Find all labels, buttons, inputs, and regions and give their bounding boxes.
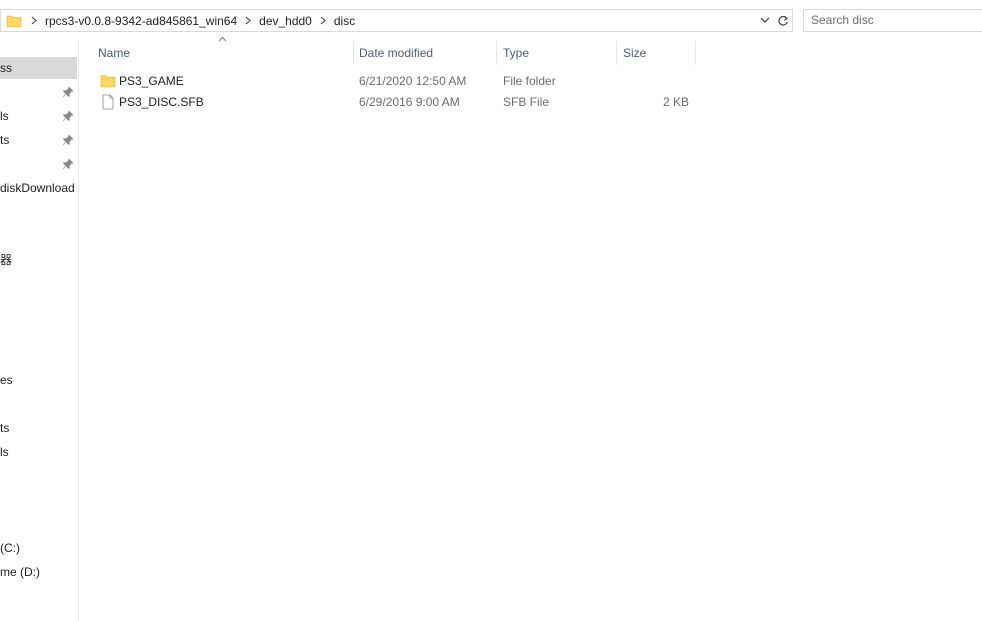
column-divider[interactable] <box>695 41 696 65</box>
chevron-right-icon[interactable] <box>316 16 330 25</box>
file-explorer-window: rpcs3-v0.0.8-9342-ad845861_win64 dev_hdd… <box>0 0 982 621</box>
column-header-size[interactable]: Size <box>623 40 695 66</box>
column-divider[interactable] <box>353 41 354 65</box>
breadcrumb-item-dev-hdd0[interactable]: dev_hdd0 <box>255 14 316 28</box>
nav-item-label: es <box>0 373 13 387</box>
column-header-date-modified[interactable]: Date modified <box>359 40 495 66</box>
column-header-label: Name <box>98 46 131 60</box>
column-header-name[interactable]: Name <box>98 40 352 66</box>
folder-icon <box>100 75 116 88</box>
file-date-modified: 6/29/2016 9:00 AM <box>359 95 460 109</box>
column-divider[interactable] <box>496 41 497 65</box>
file-name[interactable]: PS3_GAME <box>119 74 184 88</box>
chevron-right-icon[interactable] <box>241 16 255 25</box>
column-divider[interactable] <box>616 41 617 65</box>
nav-item-label: 器 <box>0 252 13 267</box>
navigation-pane: ss ls ts diskDownload 器 es ts ls (C:) me… <box>0 40 79 621</box>
nav-item-objects[interactable]: es <box>0 369 77 391</box>
nav-item-label: me (D:) <box>0 565 40 579</box>
search-input[interactable] <box>811 13 971 27</box>
nav-item-label: ls <box>0 109 9 123</box>
nav-item-drive-d[interactable]: me (D:) <box>0 561 77 583</box>
nav-item-label: ts <box>0 133 10 147</box>
nav-item-documents-pc[interactable]: ts <box>0 417 77 439</box>
pin-icon[interactable] <box>62 110 74 122</box>
pin-icon[interactable] <box>62 158 74 170</box>
file-size: 2 KB <box>662 95 689 109</box>
nav-item-pictures[interactable] <box>0 153 77 175</box>
column-header-label: Size <box>623 46 647 60</box>
file-icon <box>102 94 114 110</box>
address-bar[interactable]: rpcs3-v0.0.8-9342-ad845861_win64 dev_hdd… <box>0 9 776 32</box>
column-header-label: Date modified <box>359 46 434 60</box>
breadcrumb-item-disc[interactable]: disc <box>330 14 359 28</box>
refresh-icon <box>777 15 788 26</box>
chevron-right-icon[interactable] <box>27 16 41 25</box>
file-type: File folder <box>503 74 556 88</box>
nav-item-quick-access[interactable]: ss <box>0 57 77 79</box>
nav-item-folder[interactable]: 器 <box>0 248 77 270</box>
nav-item-disk-download[interactable]: diskDownload <box>0 177 77 199</box>
nav-item-downloads[interactable]: ls <box>0 105 77 127</box>
breadcrumb: rpcs3-v0.0.8-9342-ad845861_win64 dev_hdd… <box>27 10 359 31</box>
pin-icon[interactable] <box>62 86 74 98</box>
nav-item-label: ts <box>0 421 10 435</box>
chevron-down-icon[interactable] <box>759 14 771 26</box>
folder-icon <box>6 15 22 28</box>
nav-item-documents[interactable]: ts <box>0 129 77 151</box>
nav-item-pinned[interactable] <box>0 81 77 103</box>
search-box[interactable] <box>803 9 982 32</box>
file-row[interactable]: PS3_DISC.SFB 6/29/2016 9:00 AM SFB File … <box>95 92 695 113</box>
file-date-modified: 6/21/2020 12:50 AM <box>359 74 467 88</box>
nav-item-label: ls <box>0 445 9 459</box>
nav-item-downloads-pc[interactable]: ls <box>0 441 77 463</box>
breadcrumb-item-root[interactable]: rpcs3-v0.0.8-9342-ad845861_win64 <box>41 14 241 28</box>
file-type: SFB File <box>503 95 550 109</box>
column-header-label: Type <box>503 46 530 60</box>
nav-item-label: diskDownload <box>0 181 75 195</box>
file-row[interactable]: PS3_GAME 6/21/2020 12:50 AM File folder <box>95 71 695 92</box>
file-name[interactable]: PS3_DISC.SFB <box>119 95 204 109</box>
file-list-area[interactable] <box>80 120 982 621</box>
column-header-type[interactable]: Type <box>503 40 615 66</box>
pin-icon[interactable] <box>62 134 74 146</box>
nav-item-drive-c[interactable]: (C:) <box>0 537 77 559</box>
nav-item-label: ss <box>0 61 12 75</box>
nav-item-label: (C:) <box>0 541 20 555</box>
refresh-button[interactable] <box>773 9 793 32</box>
